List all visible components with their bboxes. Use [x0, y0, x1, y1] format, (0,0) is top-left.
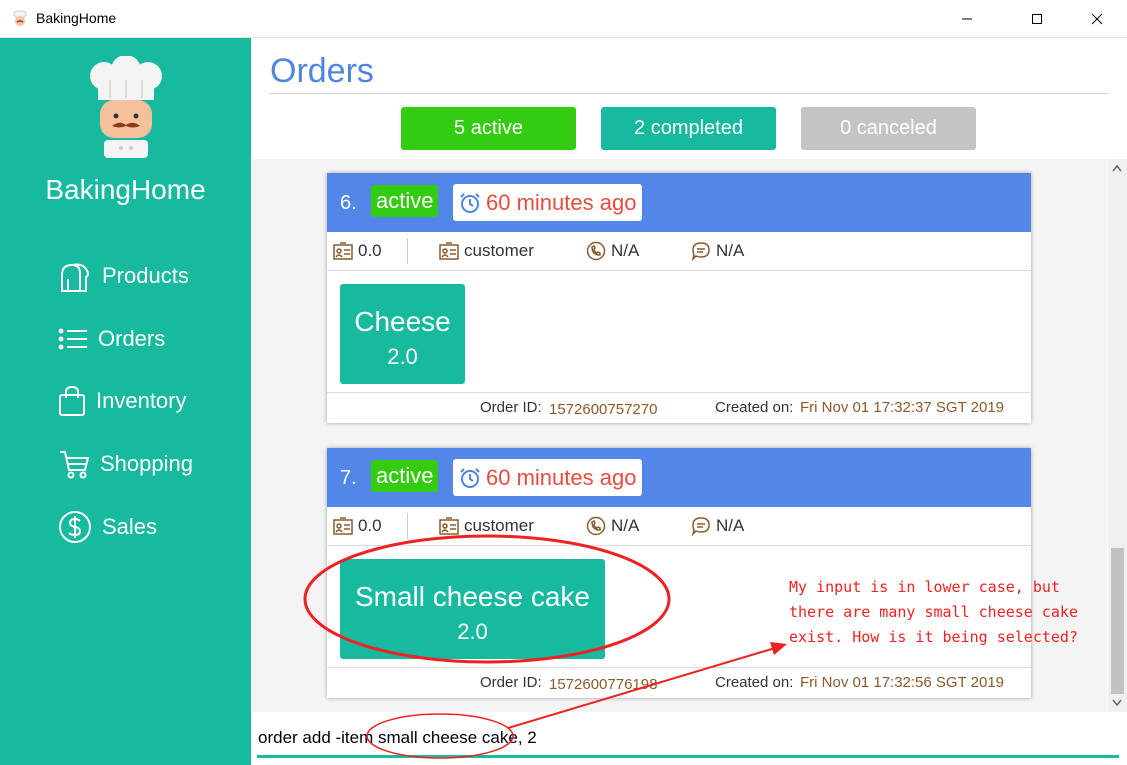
created-date: Fri Nov 01 17:32:37 SGT 2019	[800, 399, 1005, 416]
order-info-row: 0.0 customer N/A N/A	[327, 507, 1031, 546]
close-button[interactable]	[1074, 0, 1120, 38]
bag-icon	[59, 385, 85, 416]
chat-bubble-icon	[691, 517, 710, 536]
order-footer: Order ID: 1572600757270 Created on: Fri …	[327, 393, 1031, 423]
sidebar-item-products[interactable]: Products	[58, 256, 189, 296]
tab-completed[interactable]: 2 completed	[601, 107, 776, 150]
id-card-icon	[333, 242, 353, 260]
bread-icon	[61, 263, 89, 292]
divider	[407, 513, 408, 539]
order-card-header: 7. active 60 minutes ago	[327, 448, 1031, 507]
divider	[407, 238, 408, 264]
chat-bubble-icon	[691, 242, 710, 261]
phone-icon	[586, 241, 606, 261]
command-underline	[257, 755, 1119, 758]
order-time: 60 minutes ago	[453, 184, 643, 221]
close-icon	[1091, 13, 1103, 25]
cart-icon	[60, 451, 90, 479]
tab-active[interactable]: 5 active	[401, 107, 576, 150]
order-id: 1572600757270	[549, 401, 658, 418]
alarm-clock-icon	[460, 192, 480, 213]
order-time-text: 60 minutes ago	[486, 464, 637, 490]
order-card-header: 6. active 60 minutes ago	[327, 173, 1031, 232]
command-bar	[251, 712, 1127, 765]
sidebar-item-shopping[interactable]: Shopping	[58, 444, 193, 484]
sidebar-item-label: Shopping	[100, 451, 193, 476]
order-id-label: Order ID:	[480, 674, 542, 691]
item-name: Cheese	[354, 306, 451, 337]
item-qty: 2.0	[457, 619, 488, 644]
list-icon	[58, 328, 87, 350]
main-panel: Orders 5 active 2 completed 0 canceled 6…	[251, 38, 1127, 765]
order-item-tile[interactable]: Small cheese cake 2.0	[340, 559, 605, 659]
minimize-button[interactable]	[944, 0, 990, 38]
customer-card-icon	[439, 517, 459, 535]
customer-card-icon	[439, 242, 459, 260]
order-phone: N/A	[586, 507, 639, 545]
sidebar-item-label: Inventory	[96, 388, 187, 413]
order-customer: customer	[439, 232, 534, 270]
sidebar-item-sales[interactable]: Sales	[58, 507, 157, 547]
item-name: Small cheese cake	[354, 581, 590, 612]
sidebar-item-orders[interactable]: Orders	[58, 319, 165, 359]
order-note: N/A	[691, 232, 744, 270]
annotation-note: My input is in lower case, but there are…	[789, 578, 1078, 646]
created-label: Created on:	[715, 399, 794, 416]
phone-icon	[586, 516, 606, 536]
order-total: 0.0	[333, 232, 382, 270]
maximize-button[interactable]	[1014, 0, 1060, 38]
chef-app-icon	[13, 10, 27, 26]
title-divider	[269, 93, 1108, 94]
page-title: Orders	[270, 52, 374, 90]
order-number: 6.	[340, 192, 357, 214]
command-input[interactable]	[258, 725, 1118, 751]
order-time-text: 60 minutes ago	[486, 189, 637, 215]
order-item-tile[interactable]: Cheese 2.0	[340, 284, 465, 384]
dollar-icon	[59, 511, 91, 543]
sidebar: BakingHome Products Orders Inventory Sho…	[0, 38, 251, 765]
chef-logo	[90, 56, 162, 158]
order-info-row: 0.0 customer N/A N/A	[327, 232, 1031, 271]
window-titlebar: BakingHome	[0, 0, 1127, 38]
order-id-label: Order ID:	[480, 399, 542, 416]
sidebar-item-label: Products	[102, 263, 189, 288]
order-time: 60 minutes ago	[453, 459, 643, 496]
scroll-down-icon[interactable]	[1112, 699, 1122, 707]
order-note: N/A	[691, 507, 744, 545]
order-card[interactable]: 6. active 60 minutes ago 0.0 customer N/…	[327, 173, 1031, 423]
sidebar-item-label: Sales	[102, 514, 158, 539]
alarm-clock-icon	[460, 467, 480, 488]
created-date: Fri Nov 01 17:32:56 SGT 2019	[800, 674, 1005, 691]
brand-name: BakingHome	[45, 174, 206, 205]
order-items: Cheese 2.0	[327, 271, 1031, 393]
sidebar-item-label: Orders	[98, 326, 166, 351]
created-label: Created on:	[715, 674, 794, 691]
order-customer: customer	[439, 507, 534, 545]
status-badge: active	[371, 460, 439, 492]
order-id: 1572600776198	[549, 676, 658, 693]
status-badge: active	[371, 185, 439, 217]
order-phone: N/A	[586, 232, 639, 270]
order-footer: Order ID: 1572600776198 Created on: Fri …	[327, 668, 1031, 698]
scroll-up-icon[interactable]	[1112, 164, 1122, 172]
sidebar-item-inventory[interactable]: Inventory	[58, 381, 187, 421]
order-card[interactable]: 7. active 60 minutes ago 0.0 customer N/…	[327, 448, 1031, 698]
window-title: BakingHome	[36, 10, 117, 26]
item-qty: 2.0	[387, 344, 418, 369]
order-total: 0.0	[333, 507, 382, 545]
order-number: 7.	[340, 467, 357, 489]
id-card-icon	[333, 517, 353, 535]
maximize-icon	[1032, 14, 1042, 24]
minimize-icon	[962, 18, 972, 20]
tab-canceled[interactable]: 0 canceled	[801, 107, 976, 150]
